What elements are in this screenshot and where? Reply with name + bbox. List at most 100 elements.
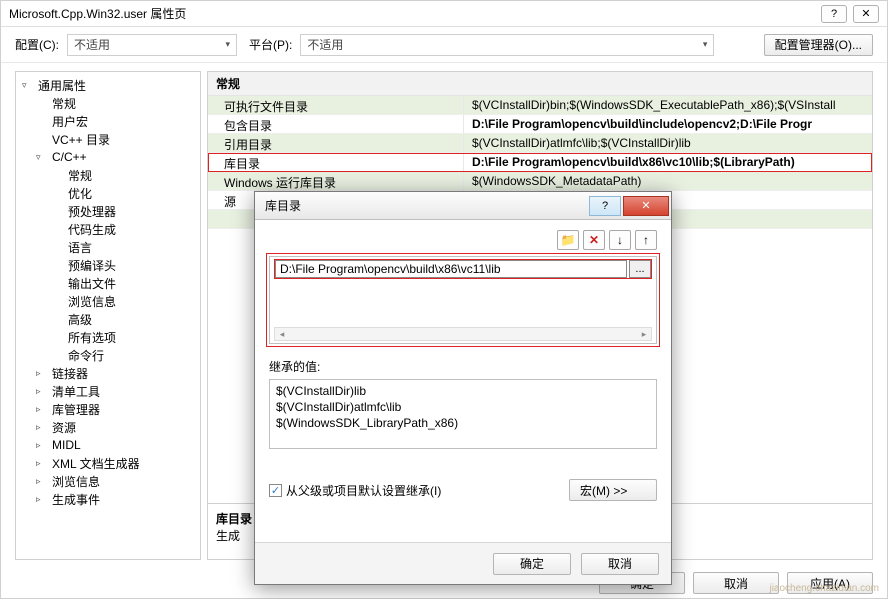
- property-row[interactable]: 包含目录D:\File Program\opencv\build\include…: [208, 115, 872, 134]
- property-name: 可执行文件目录: [208, 96, 464, 114]
- close-button[interactable]: ✕: [853, 5, 879, 23]
- tree-item-label: 用户宏: [48, 112, 92, 131]
- cancel-button[interactable]: 取消: [693, 572, 779, 594]
- tree-item-label: 链接器: [48, 364, 92, 383]
- tree-item-label: 命令行: [64, 346, 108, 365]
- tree-item-label: 常规: [48, 94, 80, 113]
- tree-item-label: 代码生成: [64, 220, 120, 239]
- expand-icon[interactable]: ▿: [36, 152, 48, 163]
- tree-item-label: MIDL: [48, 437, 85, 453]
- titlebar: Microsoft.Cpp.Win32.user 属性页 ? ✕: [1, 1, 887, 27]
- property-value[interactable]: $(VCInstallDir)atlmfc\lib;$(VCInstallDir…: [464, 134, 872, 152]
- tree-item[interactable]: 预编译头: [16, 256, 200, 274]
- modal-close-button[interactable]: ✕: [623, 196, 669, 216]
- modal-ok-button[interactable]: 确定: [493, 553, 571, 575]
- tree-item[interactable]: ▹XML 文档生成器: [16, 454, 200, 472]
- modal-toolbar: 📁 ✕ ↓ ↑: [269, 230, 657, 250]
- tree-item[interactable]: 高级: [16, 310, 200, 328]
- property-value[interactable]: $(WindowsSDK_MetadataPath): [464, 172, 872, 190]
- tree-item[interactable]: 输出文件: [16, 274, 200, 292]
- tree-item[interactable]: ▹链接器: [16, 364, 200, 382]
- expand-icon[interactable]: ▹: [36, 422, 48, 433]
- expand-icon[interactable]: ▹: [36, 458, 48, 469]
- tree-item[interactable]: 预处理器: [16, 202, 200, 220]
- tree-item-label: 生成事件: [48, 490, 104, 509]
- chevron-down-icon: ▾: [225, 39, 230, 50]
- tree-item-label: VC++ 目录: [48, 130, 114, 149]
- inherited-label: 继承的值:: [269, 358, 657, 375]
- tree-item-label: 常规: [64, 166, 96, 185]
- browse-button[interactable]: ...: [629, 260, 651, 278]
- tree-item-label: 输出文件: [64, 274, 120, 293]
- tree-item[interactable]: 命令行: [16, 346, 200, 364]
- tree-item[interactable]: ▹资源: [16, 418, 200, 436]
- tree-panel[interactable]: ▿通用属性常规用户宏VC++ 目录▿C/C++常规优化预处理器代码生成语言预编译…: [15, 71, 201, 560]
- inherit-checkbox[interactable]: ✓: [269, 484, 282, 497]
- tree-item-label: XML 文档生成器: [48, 454, 144, 473]
- tree-item[interactable]: ▿C/C++: [16, 148, 200, 166]
- property-row[interactable]: 库目录D:\File Program\opencv\build\x86\vc10…: [208, 153, 872, 172]
- expand-icon[interactable]: ▹: [36, 440, 48, 451]
- tree-item-label: 浏览信息: [64, 292, 120, 311]
- config-manager-button[interactable]: 配置管理器(O)...: [764, 34, 873, 56]
- scroll-left-icon[interactable]: ◂: [275, 328, 289, 340]
- tree-item[interactable]: ▹库管理器: [16, 400, 200, 418]
- tree-item[interactable]: ▹生成事件: [16, 490, 200, 508]
- tree-item-label: 通用属性: [34, 76, 90, 95]
- new-line-button[interactable]: 📁: [557, 230, 579, 250]
- tree-item[interactable]: ▹浏览信息: [16, 472, 200, 490]
- macros-button[interactable]: 宏(M) >>: [569, 479, 657, 501]
- scroll-right-icon[interactable]: ▸: [637, 328, 651, 340]
- tree-item[interactable]: 常规: [16, 166, 200, 184]
- expand-icon[interactable]: ▹: [36, 494, 48, 505]
- move-up-button[interactable]: ↑: [635, 230, 657, 250]
- path-row: ...: [274, 259, 652, 279]
- expand-icon[interactable]: ▹: [36, 368, 48, 379]
- tree-item[interactable]: VC++ 目录: [16, 130, 200, 148]
- inherit-checkbox-wrap[interactable]: ✓ 从父级或项目默认设置继承(I): [269, 482, 441, 499]
- expand-icon[interactable]: ▹: [36, 476, 48, 487]
- config-label: 配置(C):: [15, 36, 59, 53]
- tree-item[interactable]: ▿通用属性: [16, 76, 200, 94]
- property-value[interactable]: D:\File Program\opencv\build\x86\vc10\li…: [464, 153, 872, 171]
- tree-item[interactable]: 用户宏: [16, 112, 200, 130]
- tree-item[interactable]: 常规: [16, 94, 200, 112]
- property-value[interactable]: D:\File Program\opencv\build\include\ope…: [464, 115, 872, 133]
- tree-item-label: C/C++: [48, 149, 91, 165]
- expand-icon[interactable]: ▹: [36, 404, 48, 415]
- tree-item[interactable]: 浏览信息: [16, 292, 200, 310]
- property-value[interactable]: $(VCInstallDir)bin;$(WindowsSDK_Executab…: [464, 96, 872, 114]
- property-row[interactable]: Windows 运行库目录$(WindowsSDK_MetadataPath): [208, 172, 872, 191]
- platform-combo[interactable]: 不适用 ▾: [300, 34, 714, 56]
- tree-item[interactable]: 代码生成: [16, 220, 200, 238]
- tree-item-label: 清单工具: [48, 382, 104, 401]
- property-row[interactable]: 引用目录$(VCInstallDir)atlmfc\lib;$(VCInstal…: [208, 134, 872, 153]
- property-row[interactable]: 可执行文件目录$(VCInstallDir)bin;$(WindowsSDK_E…: [208, 96, 872, 115]
- tree-item[interactable]: ▹清单工具: [16, 382, 200, 400]
- expand-icon[interactable]: ▿: [22, 80, 34, 91]
- inherit-checkbox-label: 从父级或项目默认设置继承(I): [286, 482, 441, 499]
- tree-item[interactable]: ▹MIDL: [16, 436, 200, 454]
- path-list[interactable]: ... ◂ ▸: [269, 256, 657, 344]
- tree-item[interactable]: 语言: [16, 238, 200, 256]
- move-down-button[interactable]: ↓: [609, 230, 631, 250]
- help-button[interactable]: ?: [821, 5, 847, 23]
- modal-cancel-button[interactable]: 取消: [581, 553, 659, 575]
- library-dir-dialog: 库目录 ? ✕ 📁 ✕ ↓ ↑ ... ◂ ▸: [254, 191, 672, 585]
- tree-item[interactable]: 优化: [16, 184, 200, 202]
- tree-item[interactable]: 所有选项: [16, 328, 200, 346]
- platform-label: 平台(P):: [249, 36, 292, 53]
- property-name: 引用目录: [208, 134, 464, 152]
- inherited-values-list[interactable]: $(VCInstallDir)lib $(VCInstallDir)atlmfc…: [269, 379, 657, 449]
- modal-help-button[interactable]: ?: [589, 196, 621, 216]
- watermark: jiaocheng.chazidian.com: [769, 583, 879, 594]
- expand-icon[interactable]: ▹: [36, 386, 48, 397]
- path-input[interactable]: [275, 260, 627, 278]
- window-title: Microsoft.Cpp.Win32.user 属性页: [9, 5, 186, 22]
- config-value: 不适用: [74, 36, 110, 53]
- modal-title: 库目录: [265, 197, 301, 214]
- tree-item-label: 库管理器: [48, 400, 104, 419]
- delete-line-button[interactable]: ✕: [583, 230, 605, 250]
- horizontal-scrollbar[interactable]: ◂ ▸: [274, 327, 652, 341]
- config-combo[interactable]: 不适用 ▾: [67, 34, 237, 56]
